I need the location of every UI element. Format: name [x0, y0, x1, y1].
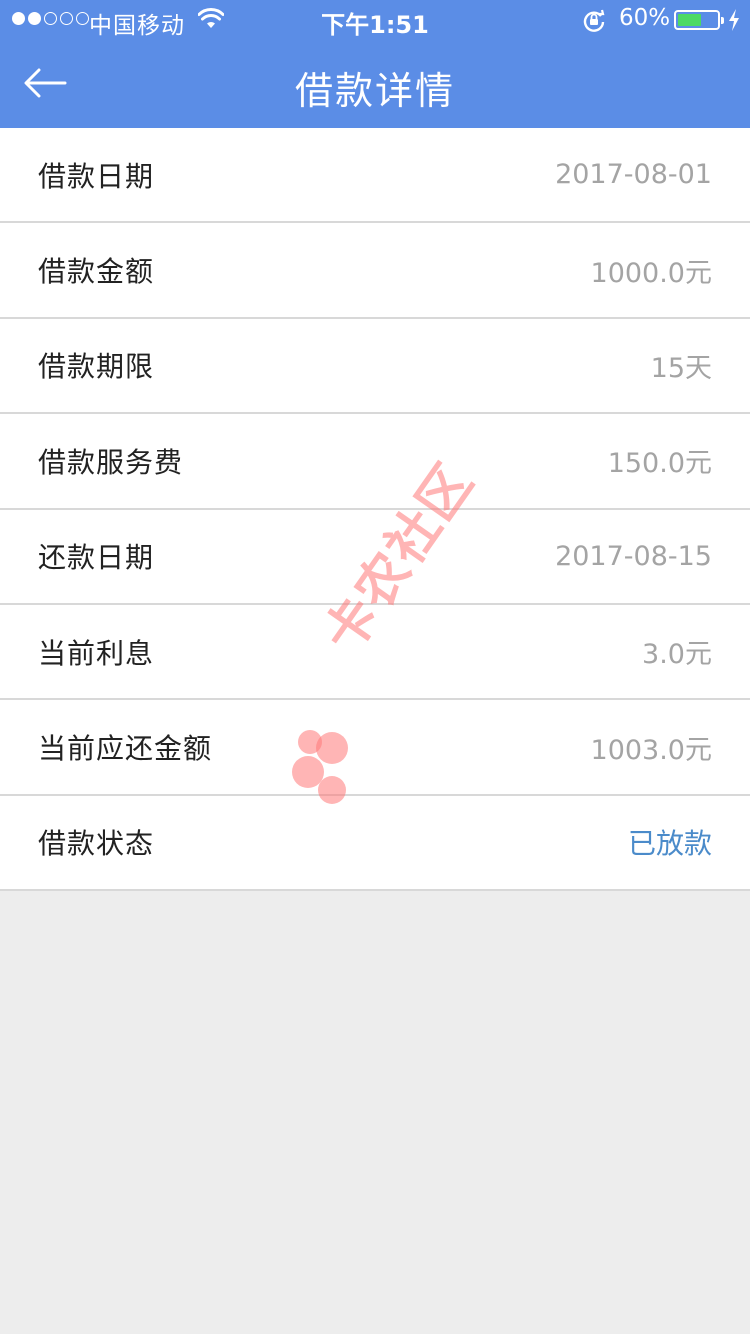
loan-status-value: 已放款 — [627, 827, 712, 861]
row-label: 借款期限 — [38, 350, 155, 384]
row-label: 借款状态 — [38, 827, 155, 861]
detail-row-loan-term: 借款期限 15天 — [0, 319, 750, 415]
row-value: 150.0元 — [607, 448, 712, 480]
battery-nub — [721, 17, 724, 24]
row-label: 借款日期 — [38, 159, 155, 193]
detail-row-loan-date: 借款日期 2017-08-01 — [0, 128, 750, 224]
detail-row-loan-status: 借款状态 已放款 — [0, 796, 750, 892]
app-root: 中国移动 下午1:51 60% 借款详情 借款日期 2017-08-01 借款金… — [0, 0, 750, 1334]
row-value: 3.0元 — [642, 639, 712, 671]
battery-percent: 60% — [619, 5, 671, 31]
row-label: 还款日期 — [38, 541, 155, 575]
row-value: 2017-08-01 — [555, 159, 712, 191]
nav-bar: 借款详情 — [0, 40, 750, 128]
detail-row-amount-due: 当前应还金额 1003.0元 — [0, 700, 750, 796]
row-label: 借款金额 — [38, 255, 155, 289]
row-value: 2017-08-15 — [555, 540, 712, 572]
detail-row-service-fee: 借款服务费 150.0元 — [0, 414, 750, 510]
row-value: 1000.0元 — [590, 257, 712, 289]
detail-row-loan-amount: 借款金额 1000.0元 — [0, 223, 750, 319]
row-label: 借款服务费 — [38, 445, 184, 479]
battery-fill — [678, 14, 701, 26]
rotation-lock-icon — [583, 9, 605, 32]
row-label: 当前利息 — [38, 636, 155, 670]
row-value: 1003.0元 — [590, 734, 712, 766]
row-value: 15天 — [650, 352, 712, 384]
loan-detail-list: 借款日期 2017-08-01 借款金额 1000.0元 借款期限 15天 借款… — [0, 128, 750, 892]
header: 中国移动 下午1:51 60% 借款详情 — [0, 0, 750, 128]
status-bar: 中国移动 下午1:51 60% — [0, 0, 750, 40]
row-label: 当前应还金额 — [38, 732, 213, 766]
battery-icon — [674, 10, 724, 30]
charging-bolt-icon — [729, 9, 739, 31]
page-title: 借款详情 — [294, 69, 455, 113]
